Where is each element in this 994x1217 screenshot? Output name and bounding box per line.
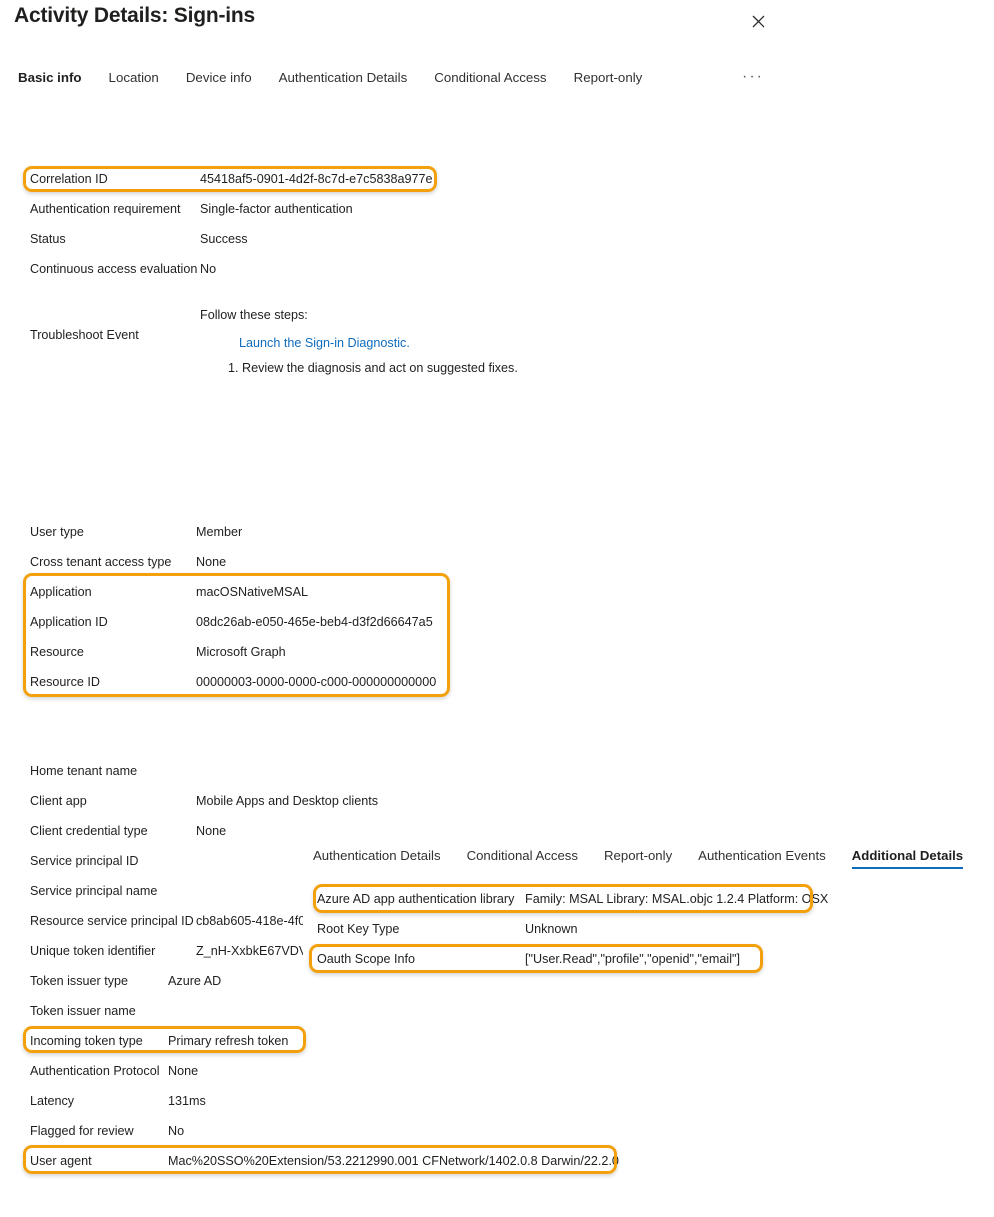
- row-resource-service-principal-id: Resource service principal ID cb8ab605-4…: [30, 906, 305, 936]
- ellipsis-icon[interactable]: ···: [742, 69, 764, 85]
- row-token-issuer-type: Token issuer type Azure AD: [30, 966, 221, 996]
- close-icon[interactable]: [744, 7, 772, 35]
- tabstrip: Basic info Location Device info Authenti…: [18, 70, 669, 89]
- row-value: None: [168, 1064, 199, 1078]
- row-value: No: [168, 1124, 185, 1138]
- tab-location[interactable]: Location: [109, 70, 159, 89]
- row-label: Resource ID: [30, 675, 100, 689]
- panel-row-oauth-scope-info: Oauth Scope Info ["User.Read","profile",…: [317, 944, 740, 974]
- tab-basic-info[interactable]: Basic info: [18, 70, 82, 89]
- row-value: 08dc26ab-e050-465e-beb4-d3f2d66647a5: [196, 615, 433, 629]
- page-title: Activity Details: Sign-ins: [14, 4, 256, 27]
- row-label: Service principal name: [30, 884, 158, 898]
- row-value: No: [200, 262, 217, 276]
- row-incoming-token-type: Incoming token type Primary refresh toke…: [30, 1026, 288, 1056]
- panel-tabstrip: Authentication Details Conditional Acces…: [313, 848, 989, 869]
- row-label: Correlation ID: [30, 172, 108, 186]
- row-correlation-id: Correlation ID 45418af5-0901-4d2f-8c7d-e…: [30, 164, 432, 194]
- row-label: Flagged for review: [30, 1124, 134, 1138]
- row-unique-token-identifier: Unique token identifier Z_nH-XxbkE67VDVj: [30, 936, 310, 966]
- row-label: Client credential type: [30, 824, 148, 838]
- row-value: Single-factor authentication: [200, 202, 353, 216]
- additional-details-panel: Authentication Details Conditional Acces…: [303, 840, 994, 988]
- row-label: Continuous access evaluation: [30, 262, 198, 276]
- row-label: User agent: [30, 1154, 92, 1168]
- panel-tab-conditional-access[interactable]: Conditional Access: [467, 848, 578, 869]
- panel-row-root-key-type: Root Key Type Unknown: [317, 914, 578, 944]
- row-value: Z_nH-XxbkE67VDVj: [196, 944, 311, 958]
- row-continuous-access-evaluation: Continuous access evaluation No: [30, 254, 216, 284]
- panel-tab-authentication-details[interactable]: Authentication Details: [313, 848, 441, 869]
- troubleshoot-label: Troubleshoot Event: [30, 328, 139, 342]
- row-client-app: Client app Mobile Apps and Desktop clien…: [30, 786, 378, 816]
- row-service-principal-id: Service principal ID: [30, 846, 196, 876]
- row-label: Authentication Protocol: [30, 1064, 160, 1078]
- row-service-principal-name: Service principal name: [30, 876, 196, 906]
- row-label: Incoming token type: [30, 1034, 143, 1048]
- row-label: Application ID: [30, 615, 108, 629]
- row-value: 00000003-0000-0000-c000-000000000000: [196, 675, 437, 689]
- row-value: cb8ab605-418e-4f0: [196, 914, 306, 928]
- row-latency: Latency 131ms: [30, 1086, 206, 1116]
- row-value: Azure AD: [168, 974, 222, 988]
- row-label: Resource service principal ID: [30, 914, 194, 928]
- row-resource-id: Resource ID 00000003-0000-0000-c000-0000…: [30, 667, 436, 697]
- row-value: Success: [200, 232, 248, 246]
- row-value: Primary refresh token: [168, 1034, 289, 1048]
- row-label: Oauth Scope Info: [317, 952, 416, 966]
- row-value: Mobile Apps and Desktop clients: [196, 794, 379, 808]
- row-user-type: User type Member: [30, 517, 242, 547]
- row-label: Token issuer name: [30, 1004, 136, 1018]
- row-value: 45418af5-0901-4d2f-8c7d-e7c5838a977e: [200, 172, 433, 186]
- panel-tab-additional-details[interactable]: Additional Details: [851, 848, 964, 869]
- row-label: Root Key Type: [317, 922, 400, 936]
- row-value: None: [196, 555, 227, 569]
- row-cross-tenant-access-type: Cross tenant access type None: [30, 547, 226, 577]
- row-application-id: Application ID 08dc26ab-e050-465e-beb4-d…: [30, 607, 433, 637]
- row-application: Application macOSNativeMSAL: [30, 577, 308, 607]
- row-value: Unknown: [525, 922, 578, 936]
- row-label: User type: [30, 525, 84, 539]
- troubleshoot-intro: Follow these steps:: [200, 308, 308, 322]
- panel-tab-authentication-events[interactable]: Authentication Events: [698, 848, 826, 869]
- row-label: Token issuer type: [30, 974, 129, 988]
- tab-conditional-access[interactable]: Conditional Access: [434, 70, 546, 89]
- row-label: Azure AD app authentication library: [317, 892, 515, 906]
- row-token-issuer-name: Token issuer name: [30, 996, 168, 1026]
- row-authentication-protocol: Authentication Protocol None: [30, 1056, 198, 1086]
- row-user-agent: User agent Mac%20SSO%20Extension/53.2212…: [30, 1146, 619, 1176]
- troubleshoot-step: 1. Review the diagnosis and act on sugge…: [228, 361, 518, 375]
- tab-authentication-details[interactable]: Authentication Details: [279, 70, 408, 89]
- row-client-credential-type: Client credential type None: [30, 816, 226, 846]
- row-label: Application: [30, 585, 92, 599]
- row-value: Member: [196, 525, 243, 539]
- row-label: Service principal ID: [30, 854, 139, 868]
- row-label: Client app: [30, 794, 87, 808]
- row-resource: Resource Microsoft Graph: [30, 637, 286, 667]
- row-label: Latency: [30, 1094, 75, 1108]
- row-value: macOSNativeMSAL: [196, 585, 308, 599]
- panel-tab-report-only[interactable]: Report-only: [604, 848, 672, 869]
- row-value: Family: MSAL Library: MSAL.objc 1.2.4 Pl…: [525, 892, 829, 906]
- panel-row-azure-ad-app-authentication-library: Azure AD app authentication library Fami…: [317, 884, 828, 914]
- row-value: Mac%20SSO%20Extension/53.2212990.001 CFN…: [168, 1154, 619, 1168]
- row-value: ["User.Read","profile","openid","email"]: [525, 952, 740, 966]
- row-authentication-requirement: Authentication requirement Single-factor…: [30, 194, 353, 224]
- sign-in-diagnostic-link[interactable]: Launch the Sign-in Diagnostic.: [239, 336, 410, 350]
- row-label: Cross tenant access type: [30, 555, 172, 569]
- tab-device-info[interactable]: Device info: [186, 70, 252, 89]
- row-home-tenant-name: Home tenant name: [30, 756, 196, 786]
- row-status: Status Success: [30, 224, 248, 254]
- row-flagged-for-review: Flagged for review No: [30, 1116, 184, 1146]
- row-label: Resource: [30, 645, 84, 659]
- row-label: Home tenant name: [30, 764, 138, 778]
- row-value: 131ms: [168, 1094, 206, 1108]
- row-label: Unique token identifier: [30, 944, 156, 958]
- row-label: Authentication requirement: [30, 202, 181, 216]
- row-value: None: [196, 824, 227, 838]
- tab-report-only[interactable]: Report-only: [574, 70, 643, 89]
- row-value: Microsoft Graph: [196, 645, 286, 659]
- row-label: Status: [30, 232, 66, 246]
